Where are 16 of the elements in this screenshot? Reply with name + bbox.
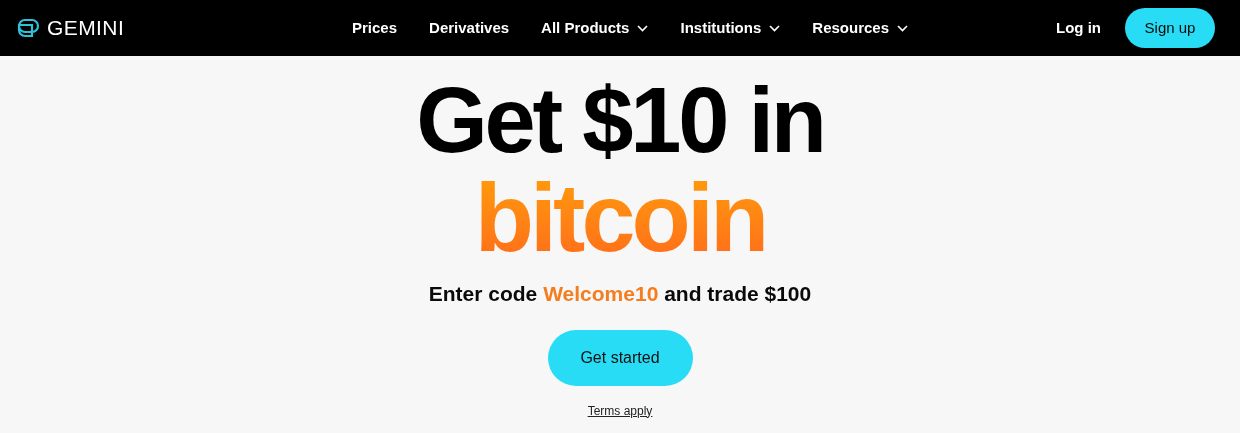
- chevron-down-icon: [637, 24, 649, 32]
- nav-link[interactable]: Institutions: [680, 16, 781, 40]
- signup-button[interactable]: Sign up: [1125, 8, 1215, 48]
- chevron-down-icon: [897, 24, 908, 32]
- terms-link[interactable]: Terms apply: [587, 401, 653, 420]
- nav-link[interactable]: Prices: [352, 16, 398, 40]
- chevron-down-icon: [769, 24, 781, 32]
- login-link[interactable]: Log in: [1056, 16, 1101, 40]
- nav-link[interactable]: All Products: [541, 16, 649, 40]
- nav-link[interactable]: Resources: [812, 16, 908, 40]
- nav-link[interactable]: Derivatives: [429, 16, 510, 40]
- logo-icon: [16, 17, 40, 39]
- headline: Get $10 in: [416, 68, 824, 173]
- promo-text: Enter code Welcome10 and trade $100: [428, 281, 812, 307]
- logo-text: GEMINI: [47, 15, 125, 42]
- get-started-button[interactable]: Get started: [547, 329, 693, 386]
